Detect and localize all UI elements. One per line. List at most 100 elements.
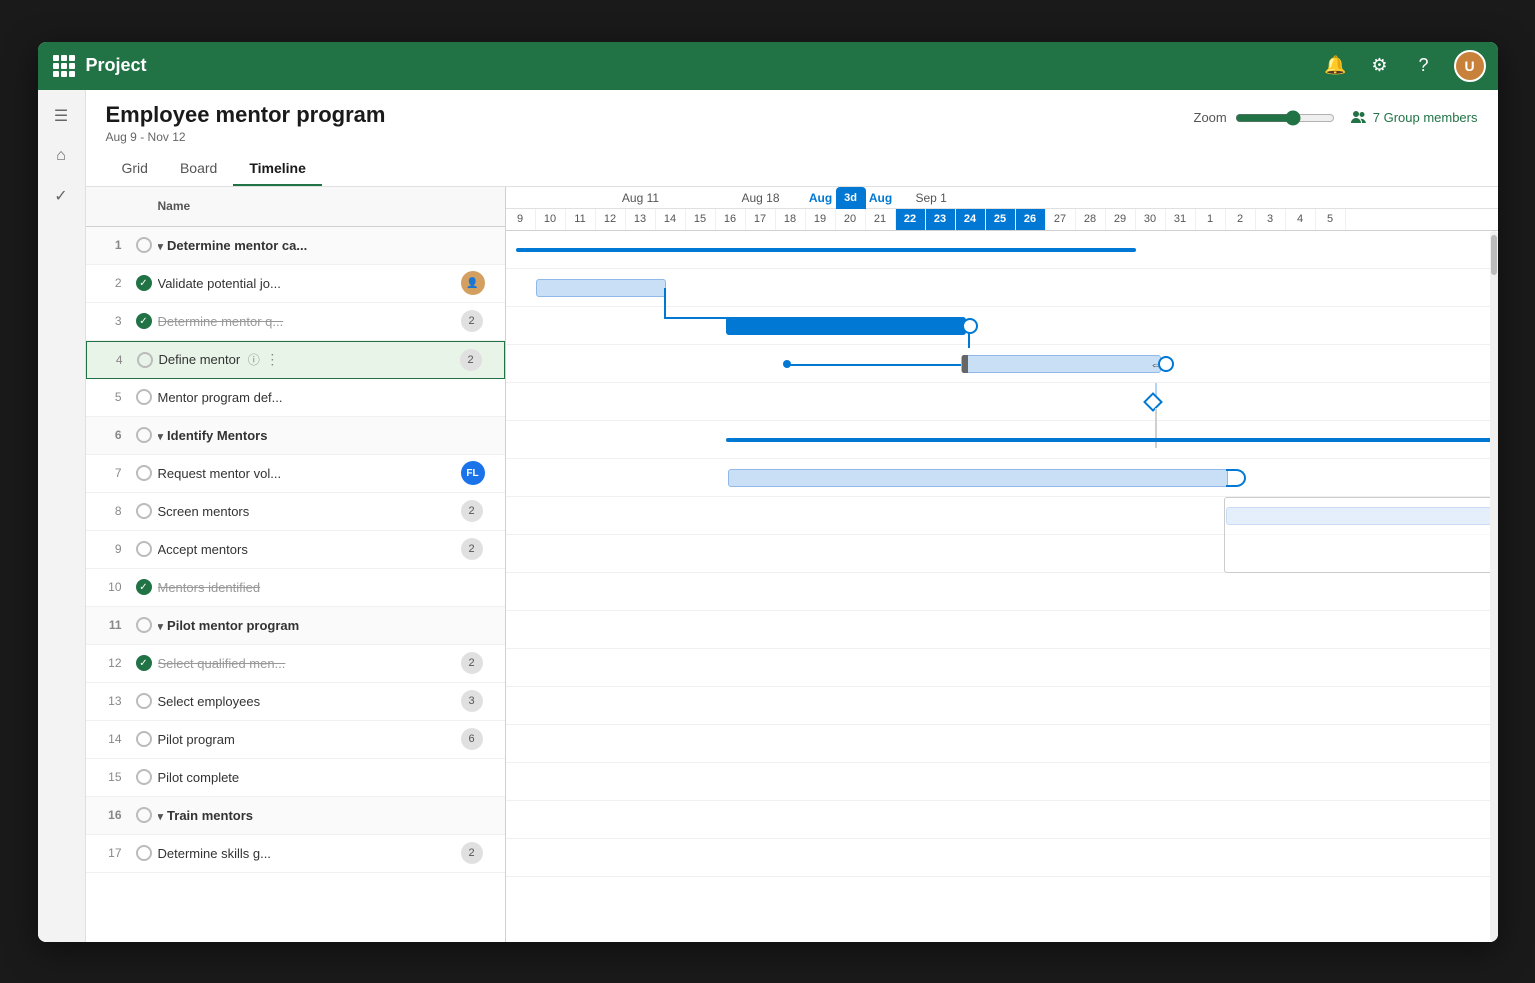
task-list: Name 1 ▾Determine mentor ca... [86,187,506,942]
gantt-scrollbar[interactable] [1490,231,1498,942]
project-title: Employee mentor program [106,102,386,128]
group-members-button[interactable]: 7 Group members [1351,110,1478,126]
header-tabs: Grid Board Timeline [106,152,1478,186]
task-status-circle[interactable]: ✓ [136,313,152,329]
task-row[interactable]: 15 Pilot complete [86,759,505,797]
tab-timeline[interactable]: Timeline [233,152,322,186]
gantt-row-5 [506,383,1498,421]
month-aug18-label: Aug 18 [716,187,806,209]
task-status-circle[interactable]: ✓ [136,579,152,595]
help-icon[interactable]: ? [1410,52,1438,80]
day-cell: 30 [1136,209,1166,230]
gantt-row-16 [506,801,1498,839]
task-row[interactable]: 1 ▾Determine mentor ca... [86,227,505,265]
task-avatar-fl: FL [461,461,485,485]
day-cell: 27 [1046,209,1076,230]
task-status-circle[interactable]: ✓ [136,275,152,291]
day-cell: 21 [866,209,896,230]
notification-icon[interactable]: 🔔 [1322,52,1350,80]
month-label [506,187,566,209]
settings-icon[interactable]: ⚙ [1366,52,1394,80]
box-wrap-89 [1224,497,1498,573]
aug-label-2: Aug [866,187,896,209]
day-cell: 10 [536,209,566,230]
header-right: Zoom 7 Group members [1194,102,1478,126]
sidebar-menu-button[interactable]: ☰ [43,98,79,134]
task-row[interactable]: 17 Determine skills g... 2 [86,835,505,873]
task-row[interactable]: 9 Accept mentors 2 [86,531,505,569]
task-status-circle[interactable] [136,427,152,443]
top-bar: Project 🔔 ⚙ ? U [38,42,1498,90]
task-status-circle[interactable]: ✓ [136,655,152,671]
aug-label-1: Aug [806,187,836,209]
task-badge: 6 [461,728,483,750]
resize-handle-left[interactable] [962,355,968,373]
task-row[interactable]: 8 Screen mentors 2 [86,493,505,531]
task-status-circle[interactable] [136,465,152,481]
day-cell: 9 [506,209,536,230]
tab-grid[interactable]: Grid [106,152,164,186]
task-status-circle[interactable] [136,503,152,519]
waffle-menu-button[interactable] [50,52,78,80]
task-row[interactable]: 12 ✓ Select qualified men... 2 [86,645,505,683]
task-status-circle[interactable] [136,731,152,747]
gantt-row-10 [506,573,1498,611]
task-status-circle[interactable] [137,352,153,368]
task-status-circle[interactable] [136,237,152,253]
gantt-row-6 [506,421,1498,459]
day-cell-23: 23 [926,209,956,230]
info-icon[interactable]: ⓘ [248,353,260,367]
task-row[interactable]: 16 ▾Train mentors [86,797,505,835]
task-status-circle[interactable] [136,693,152,709]
content-area: Employee mentor program Aug 9 - Nov 12 Z… [86,90,1498,942]
user-avatar[interactable]: U [1454,50,1486,82]
gantt-row-9 [506,535,1498,573]
task-row[interactable]: 13 Select employees 3 [86,683,505,721]
task-badge: 2 [461,842,483,864]
task-status-circle[interactable] [136,617,152,633]
zoom-slider[interactable] [1235,110,1335,126]
month-aug11-label: Aug 11 [566,187,716,209]
gantt-row-14 [506,725,1498,763]
project-header: Employee mentor program Aug 9 - Nov 12 Z… [86,90,1498,187]
top-bar-icons: 🔔 ⚙ ? U [1322,50,1486,82]
task-status-circle[interactable] [136,389,152,405]
tab-board[interactable]: Board [164,152,233,186]
gantt-row-7 [506,459,1498,497]
task-row[interactable]: 5 Mentor program def... [86,379,505,417]
more-icon[interactable]: ⋮ [265,351,279,367]
task-status-circle[interactable] [136,807,152,823]
day-cell: 5 [1316,209,1346,230]
sidebar-check-button[interactable]: ✓ [43,178,79,214]
task-status-circle[interactable] [136,769,152,785]
task-list-header: Name [86,187,505,227]
day-cell: 19 [806,209,836,230]
task-row[interactable]: 4 Define mentor ⓘ ⋮ 2 [86,341,505,379]
project-date: Aug 9 - Nov 12 [106,130,386,144]
diamond-5 [1143,392,1163,412]
task-badge: 3 [461,690,483,712]
gantt-row-12 [506,649,1498,687]
task-row[interactable]: 11 ▾Pilot mentor program [86,607,505,645]
day-cell: 15 [686,209,716,230]
day-cell: 20 [836,209,866,230]
group-members-label: 7 Group members [1373,110,1478,125]
day-cell: 18 [776,209,806,230]
zoom-control: Zoom [1194,110,1335,126]
gantt-days-row: 9 10 11 12 13 14 15 16 17 18 19 [506,209,1498,231]
task-row[interactable]: 10 ✓ Mentors identified [86,569,505,607]
milestone-4 [1158,356,1174,372]
task-row[interactable]: 7 Request mentor vol... FL [86,455,505,493]
task-status-circle[interactable] [136,541,152,557]
gantt-chart[interactable]: Aug 11 Aug 18 Aug 3d Aug Sep 1 [506,187,1498,942]
gantt-bar-4-selected[interactable]: ⇔ [961,355,1161,373]
task-status-circle[interactable] [136,845,152,861]
task-row[interactable]: 14 Pilot program 6 [86,721,505,759]
gantt-container: Name 1 ▾Determine mentor ca... [86,187,1498,942]
task-row[interactable]: 3 ✓ Determine mentor q... 2 [86,303,505,341]
task-row[interactable]: 6 ▾Identify Mentors [86,417,505,455]
sidebar-home-button[interactable]: ⌂ [43,138,79,174]
task-row[interactable]: 2 ✓ Validate potential jo... 👤 [86,265,505,303]
day-cell: 31 [1166,209,1196,230]
sep1-label: Sep 1 [896,187,1498,209]
